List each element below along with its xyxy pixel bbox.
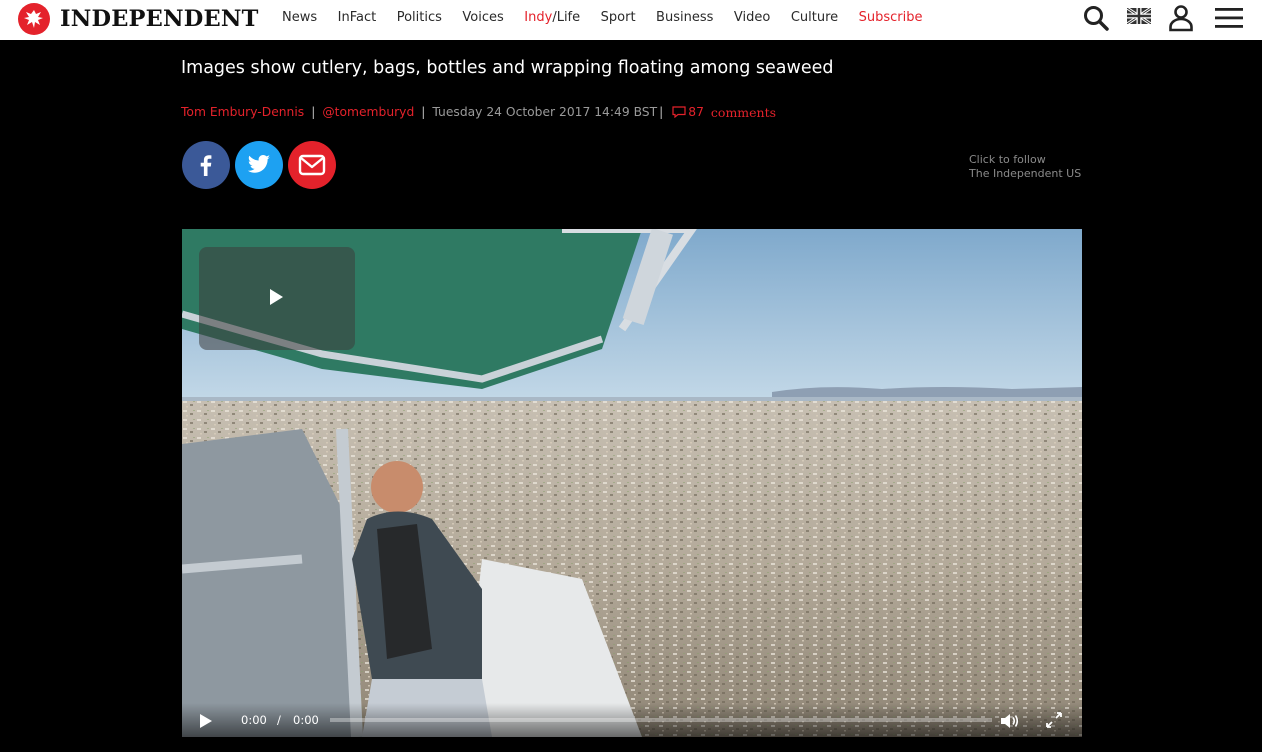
nav-item-business[interactable]: Business — [656, 10, 713, 25]
nav-life-label: Life — [556, 9, 581, 25]
email-icon — [298, 154, 326, 176]
publish-date: Tuesday 24 October 2017 14:49 BST — [432, 105, 658, 119]
site-logo[interactable]: INDEPENDENT — [18, 2, 259, 36]
volume-icon[interactable] — [1000, 713, 1020, 729]
twitter-icon — [247, 155, 270, 173]
nav-item-politics[interactable]: Politics — [397, 10, 442, 25]
follow-prompt[interactable]: Click to follow The Independent US — [969, 153, 1089, 181]
video-duration: 0:00 — [293, 713, 319, 727]
nav-item-sport[interactable]: Sport — [601, 10, 636, 25]
video-progress-bar[interactable] — [330, 718, 992, 722]
play-pause-button[interactable] — [199, 714, 213, 728]
byline-divider: | — [659, 105, 664, 119]
uk-flag-icon — [1126, 6, 1152, 26]
comment-bubble-icon — [672, 106, 686, 118]
video-current-time: 0:00 — [241, 713, 267, 727]
comment-count: 87 — [688, 105, 704, 119]
share-facebook-button[interactable] — [182, 141, 230, 189]
fullscreen-icon[interactable] — [1045, 711, 1063, 729]
share-twitter-button[interactable] — [235, 141, 283, 189]
follow-line-2: The Independent US — [969, 167, 1082, 180]
video-controls: 0:00 / 0:00 — [182, 703, 1082, 737]
nav-subscribe-link[interactable]: Subscribe — [859, 10, 923, 25]
comments-label: comments — [710, 104, 777, 120]
main-nav: News InFact Politics Voices Indy/Life Sp… — [282, 0, 943, 34]
hamburger-menu-icon — [1215, 8, 1243, 28]
nav-item-indy-life[interactable]: Indy/Life — [524, 10, 580, 25]
byline-divider: | — [421, 105, 426, 119]
site-logo-text: INDEPENDENT — [60, 6, 259, 32]
play-icon — [270, 289, 283, 305]
search-icon — [1084, 6, 1109, 31]
menu-button[interactable] — [1214, 6, 1244, 34]
region-selector[interactable] — [1126, 6, 1152, 28]
author-link[interactable]: Tom Embury-Dennis — [181, 105, 304, 119]
eagle-logo-icon — [18, 3, 50, 35]
nav-item-culture[interactable]: Culture — [791, 10, 838, 25]
site-header: INDEPENDENT News InFact Politics Voices … — [0, 0, 1262, 40]
big-play-button[interactable] — [199, 247, 355, 350]
nav-item-infact[interactable]: InFact — [338, 10, 377, 25]
author-twitter-handle[interactable]: @tomemburyd — [322, 105, 414, 119]
search-button[interactable] — [1082, 4, 1110, 36]
account-button[interactable] — [1167, 4, 1195, 36]
article-subheadline: Images show cutlery, bags, bottles and w… — [181, 58, 834, 78]
share-email-button[interactable] — [288, 141, 336, 189]
byline-divider: | — [311, 105, 316, 119]
nav-item-video[interactable]: Video — [734, 10, 770, 25]
nav-indy-label: Indy — [524, 9, 553, 25]
nav-item-news[interactable]: News — [282, 10, 317, 25]
follow-line-1: Click to follow — [969, 153, 1046, 166]
user-icon — [1169, 5, 1193, 32]
facebook-icon — [200, 155, 212, 176]
video-time-separator: / — [277, 713, 281, 727]
nav-item-voices[interactable]: Voices — [462, 10, 503, 25]
comments-link[interactable]: 87 comments — [672, 105, 776, 120]
article-byline: Tom Embury-Dennis | @tomemburyd | Tuesda… — [181, 103, 776, 121]
